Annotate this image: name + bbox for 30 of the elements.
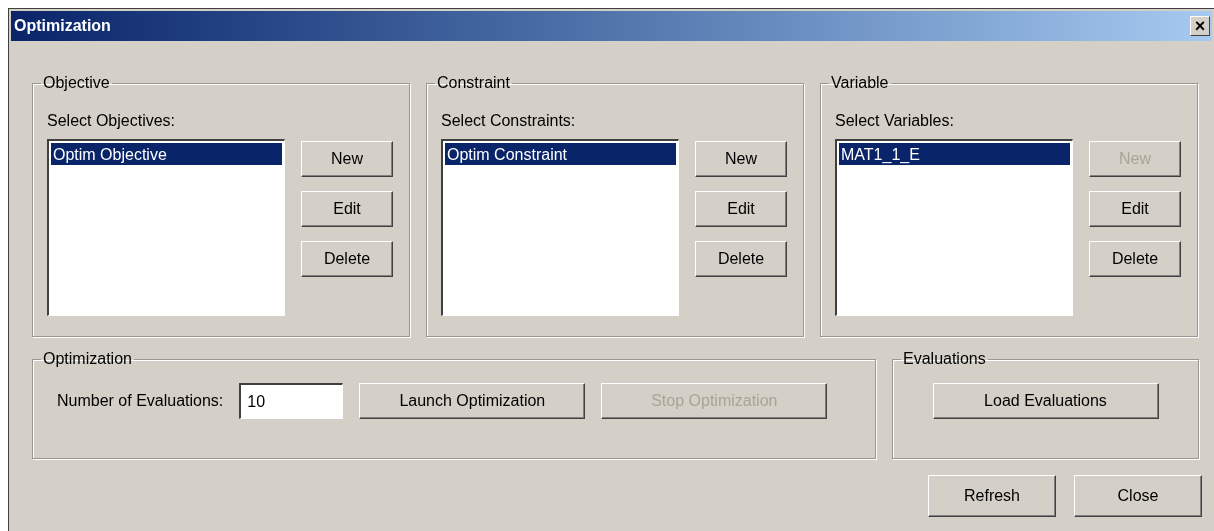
list-box[interactable]: Optim Constraint xyxy=(441,139,679,316)
window-title: Optimization xyxy=(14,16,111,36)
group-title: Variable xyxy=(830,73,890,93)
button[interactable]: Edit xyxy=(695,191,787,227)
button[interactable]: Load Evaluations xyxy=(932,383,1159,419)
button[interactable]: Delete xyxy=(1089,241,1181,277)
list-box[interactable]: Optim Objective xyxy=(47,139,285,316)
list-item[interactable]: Optim Objective xyxy=(51,143,282,165)
group-title: Constraint xyxy=(436,73,511,93)
button[interactable]: New xyxy=(301,141,393,177)
group-title: Evaluations xyxy=(902,349,987,369)
list-label: Select Variables: xyxy=(835,111,955,131)
list-box[interactable]: MAT1_1_E xyxy=(835,139,1073,316)
button[interactable]: Close xyxy=(1074,475,1202,517)
button[interactable]: Edit xyxy=(301,191,393,227)
button[interactable]: Delete xyxy=(695,241,787,277)
button[interactable]: Delete xyxy=(301,241,393,277)
button[interactable]: Launch Optimization xyxy=(359,383,586,419)
evaluations-input[interactable]: 10 xyxy=(239,383,344,419)
list-item[interactable]: MAT1_1_E xyxy=(839,143,1070,165)
button[interactable]: Edit xyxy=(1089,191,1181,227)
group-title: Objective xyxy=(42,73,111,93)
field-label: Number of Evaluations: xyxy=(57,391,224,411)
button[interactable]: New xyxy=(695,141,787,177)
button[interactable]: Refresh xyxy=(928,475,1056,517)
list-label: Select Objectives: xyxy=(47,111,177,131)
list-label: Select Constraints: xyxy=(441,111,577,131)
close-button[interactable]: × xyxy=(1190,16,1210,36)
group-title: Optimization xyxy=(42,349,133,369)
list-item[interactable]: Optim Constraint xyxy=(445,143,676,165)
